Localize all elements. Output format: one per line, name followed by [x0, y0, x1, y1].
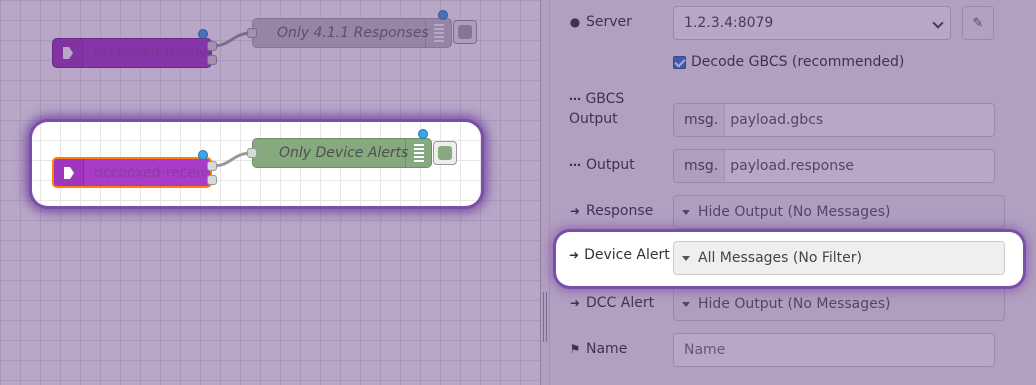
output-value[interactable]: payload.response: [725, 158, 854, 174]
decode-gbcs-checkbox-row[interactable]: Decode GBCS (recommended): [673, 54, 904, 70]
dcc-alert-label: ➜ DCC Alert: [569, 295, 655, 311]
msg-type-tag[interactable]: msg.: [674, 150, 726, 182]
receive-node-label: dccboxed-receive: [94, 164, 210, 181]
gbcs-output-row: ⋯ GBCS Output msg. payload.gbcs: [569, 88, 1029, 137]
panel-splitter[interactable]: [540, 0, 550, 385]
sign-in-icon: ➜: [569, 296, 581, 310]
receive-node-output-port[interactable]: [207, 175, 217, 185]
receive-node-label: dccboxed-receive: [93, 45, 211, 61]
sign-in-icon: ➜: [569, 248, 580, 262]
sign-in-icon: ➜: [569, 204, 581, 218]
output-field[interactable]: msg. payload.response: [673, 149, 995, 183]
debug-node-flow-2[interactable]: Only Device Alerts: [252, 138, 432, 168]
server-select[interactable]: 1.2.3.4:8079: [673, 6, 951, 40]
gbcs-output-value[interactable]: payload.gbcs: [725, 112, 823, 128]
node-changed-indicator: [198, 29, 208, 39]
response-row: ➜ Response Hide Output (No Messages): [569, 195, 1029, 229]
caret-down-icon: [682, 209, 690, 215]
flow-workspace[interactable]: dccboxed-receive Only 4.1.1 Responses dc…: [0, 0, 540, 385]
node-edit-panel: ● Server 1.2.3.4:8079 ✎ Decode GBCS (rec…: [550, 0, 1036, 385]
dcc-alert-select[interactable]: Hide Output (No Messages): [673, 287, 1005, 321]
pencil-icon: ✎: [972, 15, 984, 31]
response-label: ➜ Response: [569, 203, 654, 219]
caret-down-icon: [682, 255, 690, 261]
receive-node-output-port[interactable]: [207, 41, 217, 51]
response-select[interactable]: Hide Output (No Messages): [673, 195, 1005, 229]
receive-node-output-port[interactable]: [207, 161, 217, 171]
debug-toggle-button[interactable]: [453, 20, 477, 44]
tag-icon: ⚑: [569, 342, 581, 356]
device-alert-select[interactable]: All Messages (No Filter): [673, 241, 1005, 275]
receive-node-icon: [53, 39, 83, 67]
node-changed-indicator: [438, 10, 448, 20]
server-row: ● Server 1.2.3.4:8079 ✎: [569, 0, 1029, 46]
decode-gbcs-checkbox[interactable]: [673, 55, 686, 69]
globe-icon: ●: [569, 15, 581, 29]
msg-type-tag[interactable]: msg.: [674, 104, 726, 136]
decode-gbcs-label: Decode GBCS (recommended): [691, 54, 905, 70]
device-alert-label: ➜ Device Alert: [569, 247, 670, 263]
server-label: ● Server: [569, 14, 632, 30]
node-changed-indicator: [198, 150, 208, 160]
debug-node-input-port[interactable]: [247, 148, 257, 158]
ellipsis-icon: ⋯: [569, 92, 581, 106]
dcc-alert-row: ➜ DCC Alert Hide Output (No Messages): [569, 287, 1029, 321]
gbcs-output-field[interactable]: msg. payload.gbcs: [673, 103, 995, 137]
debug-list-icon: [405, 139, 431, 167]
output-label: ⋯ Output: [569, 157, 635, 173]
debug-toggle-button[interactable]: [433, 141, 457, 165]
splitter-grip[interactable]: [543, 292, 547, 342]
receive-node-output-port[interactable]: [207, 55, 217, 65]
node-changed-indicator: [418, 129, 428, 139]
debug-node-flow-1[interactable]: Only 4.1.1 Responses: [252, 18, 452, 48]
device-alert-row: ➜ Device Alert All Messages (No Filter): [556, 232, 1023, 286]
receive-node-icon: [54, 159, 84, 186]
name-row: ⚑ Name: [569, 333, 1029, 367]
name-input[interactable]: [673, 333, 995, 367]
ellipsis-icon: ⋯: [569, 158, 581, 172]
receive-node-flow-2[interactable]: dccboxed-receive: [52, 157, 212, 188]
output-row: ⋯ Output msg. payload.response: [569, 149, 1029, 183]
chevron-down-icon: [932, 17, 944, 29]
name-label: ⚑ Name: [569, 341, 628, 357]
gbcs-output-label: ⋯ GBCS Output: [569, 91, 625, 127]
edit-server-button[interactable]: ✎: [962, 6, 994, 40]
receive-node-flow-1[interactable]: dccboxed-receive: [52, 38, 212, 68]
debug-list-icon: [425, 19, 451, 47]
debug-node-label: Only 4.1.1 Responses: [277, 25, 429, 41]
debug-node-input-port[interactable]: [247, 28, 257, 38]
caret-down-icon: [682, 301, 690, 307]
